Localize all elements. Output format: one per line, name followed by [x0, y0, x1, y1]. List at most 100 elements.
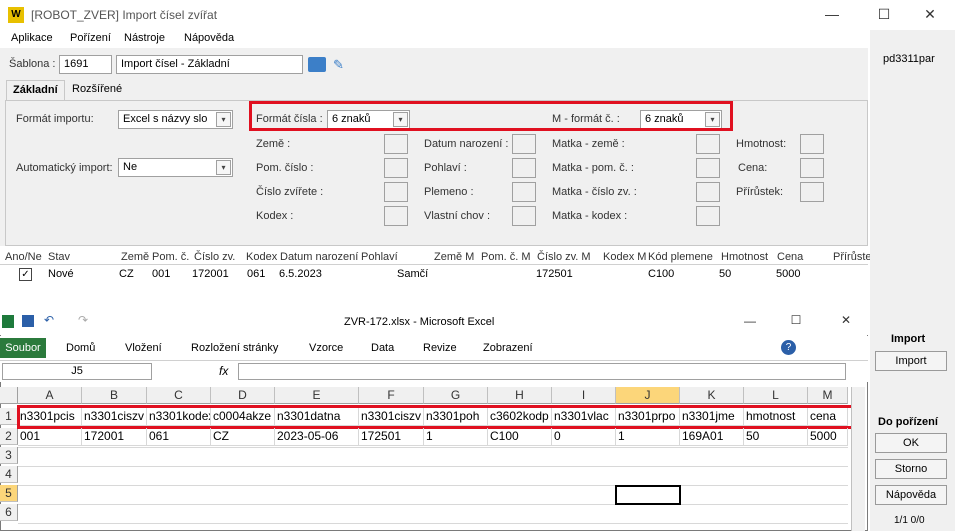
matka-pom-field[interactable]	[696, 158, 720, 178]
datum-narozeni-field[interactable]	[512, 134, 536, 154]
tab-data[interactable]: Data	[371, 342, 394, 354]
ok-button[interactable]: OK	[875, 433, 947, 453]
col-header[interactable]: J	[616, 387, 680, 404]
cell[interactable]: CZ	[211, 428, 275, 446]
name-box[interactable]: J5	[2, 363, 152, 380]
grid-col-header[interactable]: Číslo zv.	[194, 251, 235, 263]
cell[interactable]: 172501	[359, 428, 424, 446]
folder-icon[interactable]	[308, 57, 326, 72]
grid-col-header[interactable]: Kodex	[246, 251, 277, 263]
excel-close-icon[interactable]: ✕	[836, 313, 856, 327]
col-header[interactable]: K	[680, 387, 744, 404]
napoveda-button[interactable]: Nápověda	[875, 485, 947, 505]
col-header[interactable]: M	[808, 387, 848, 404]
undo-icon[interactable]: ↶	[44, 313, 54, 327]
col-header[interactable]: G	[424, 387, 488, 404]
menu-napoveda[interactable]: Nápověda	[184, 32, 234, 44]
import-button[interactable]: Import	[875, 351, 947, 371]
format-importu-select[interactable]: Excel s názvy slo ▾	[118, 110, 233, 129]
plemeno-field[interactable]	[512, 182, 536, 202]
help-icon[interactable]: ?	[781, 340, 796, 355]
col-header[interactable]: H	[488, 387, 552, 404]
matka-zeme-field[interactable]	[696, 134, 720, 154]
col-header[interactable]: A	[18, 387, 82, 404]
minimize-icon[interactable]: —	[822, 6, 842, 22]
auto-import-select[interactable]: Ne ▾	[118, 158, 233, 177]
col-header[interactable]: L	[744, 387, 808, 404]
sablona-name-field[interactable]: Import čísel - Základní	[116, 55, 303, 74]
row-checkbox[interactable]: ✓	[19, 268, 32, 281]
grid-col-header[interactable]: Datum narození	[280, 251, 358, 263]
grid-col-header[interactable]: Kodex M	[603, 251, 646, 263]
maximize-icon[interactable]: ☐	[874, 6, 894, 23]
cell[interactable]: 0	[552, 428, 616, 446]
cell[interactable]: C100	[488, 428, 552, 446]
grid-col-header[interactable]: Země	[121, 251, 149, 263]
grid-col-header[interactable]: Cena	[777, 251, 803, 263]
edit-icon[interactable]: ✎	[333, 57, 347, 72]
tab-vlozeni[interactable]: Vložení	[125, 342, 162, 354]
tab-vzorce[interactable]: Vzorce	[309, 342, 343, 354]
matka-kodex-field[interactable]	[696, 206, 720, 226]
tab-revize[interactable]: Revize	[423, 342, 457, 354]
grid-col-header[interactable]: Ano/Ne	[5, 251, 42, 263]
grid-col-header[interactable]: Kód plemene	[648, 251, 713, 263]
grid-col-header[interactable]: Pom. č. M	[481, 251, 531, 263]
row-header[interactable]: 2	[0, 428, 18, 445]
kodex-field[interactable]	[384, 206, 408, 226]
cell[interactable]: 50	[744, 428, 808, 446]
empty-cells[interactable]	[18, 447, 848, 531]
cell[interactable]: 5000	[808, 428, 848, 446]
cell[interactable]: 061	[147, 428, 211, 446]
row-header[interactable]: 4	[0, 466, 18, 483]
row-header[interactable]: 1	[0, 408, 18, 425]
col-header[interactable]: D	[211, 387, 275, 404]
col-header[interactable]: E	[275, 387, 359, 404]
grid-col-header[interactable]: Pom. č.	[152, 251, 189, 263]
cell[interactable]: 172001	[82, 428, 147, 446]
prirustek-field[interactable]	[800, 182, 824, 202]
fx-icon[interactable]: fx	[219, 364, 228, 378]
close-icon[interactable]: ✕	[920, 6, 940, 23]
row-header[interactable]: 3	[0, 447, 18, 464]
menu-porizeni[interactable]: Pořízení	[70, 32, 111, 44]
tab-soubor[interactable]: Soubor	[0, 338, 46, 358]
col-header[interactable]: B	[82, 387, 147, 404]
col-header[interactable]: F	[359, 387, 424, 404]
tab-zobrazeni[interactable]: Zobrazení	[483, 342, 533, 354]
storno-button[interactable]: Storno	[875, 459, 947, 479]
hmotnost-field[interactable]	[800, 134, 824, 154]
selected-cell-j5[interactable]	[615, 485, 681, 505]
grid-col-header[interactable]: Pohlaví	[361, 251, 398, 263]
zeme-field[interactable]	[384, 134, 408, 154]
menu-aplikace[interactable]: Aplikace	[11, 32, 53, 44]
matka-cislo-field[interactable]	[696, 182, 720, 202]
excel-minimize-icon[interactable]: —	[740, 314, 760, 328]
vlastni-chov-field[interactable]	[512, 206, 536, 226]
col-header[interactable]: C	[147, 387, 211, 404]
col-header[interactable]: I	[552, 387, 616, 404]
row-header[interactable]: 5	[0, 485, 18, 502]
cell[interactable]: 2023-05-06	[275, 428, 359, 446]
cislo-zvirete-field[interactable]	[384, 182, 408, 202]
redo-icon[interactable]: ↷	[78, 313, 88, 327]
cell[interactable]: 1	[424, 428, 488, 446]
pohlavi-field[interactable]	[512, 158, 536, 178]
select-all-corner[interactable]	[0, 387, 18, 404]
tab-zakladni[interactable]: Základní	[6, 80, 65, 100]
excel-maximize-icon[interactable]: ☐	[786, 313, 806, 327]
row-header[interactable]: 6	[0, 504, 18, 521]
grid-col-header[interactable]: Země M	[434, 251, 474, 263]
tab-domu[interactable]: Domů	[66, 342, 95, 354]
tab-rozsirene[interactable]: Rozšířené	[66, 80, 128, 100]
grid-col-header[interactable]: Číslo zv. M	[537, 251, 591, 263]
grid-col-header[interactable]: Stav	[48, 251, 70, 263]
sablona-code-field[interactable]: 1691	[59, 55, 112, 74]
pom-cislo-field[interactable]	[384, 158, 408, 178]
save-icon[interactable]	[22, 315, 34, 327]
vertical-scrollbar[interactable]	[851, 387, 865, 531]
grid-col-header[interactable]: Hmotnost	[721, 251, 768, 263]
tab-rozlozeni[interactable]: Rozložení stránky	[191, 342, 278, 354]
formula-input[interactable]	[238, 363, 846, 380]
cell[interactable]: 001	[18, 428, 82, 446]
